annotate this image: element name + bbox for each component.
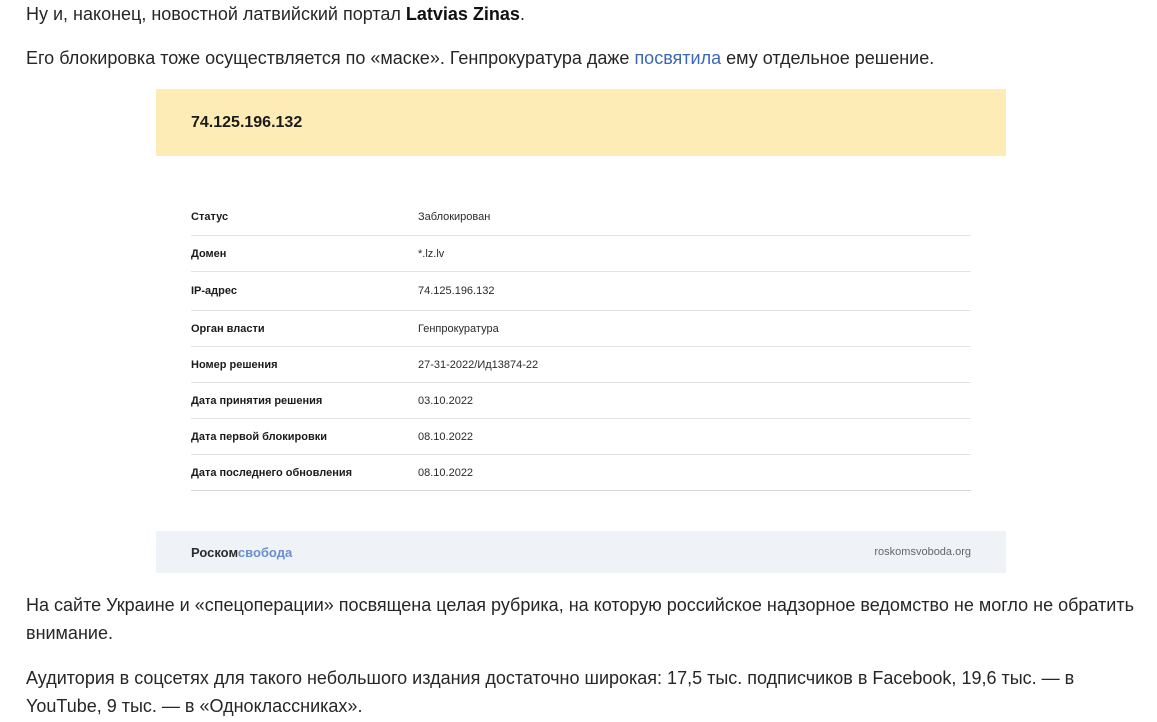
table-row: Дата последнего обновления 08.10.2022 — [191, 454, 971, 491]
table-row: Дата принятия решения 03.10.2022 — [191, 382, 971, 419]
portal-name: Latvias Zinas — [405, 4, 520, 24]
row-key: Орган власти — [191, 310, 418, 347]
brand-logo-part1: Роском — [191, 544, 238, 560]
row-key: Номер решения — [191, 346, 418, 383]
row-key: Дата последнего обновления — [191, 454, 418, 491]
card-header-ip: 74.125.196.132 — [191, 113, 303, 131]
table-row: Орган власти Генпрокуратура — [191, 310, 971, 347]
row-value: 74.125.196.132 — [418, 271, 971, 311]
brand-logo-part2: свобода — [237, 544, 293, 560]
row-value: 08.10.2022 — [418, 454, 971, 491]
table-row: IP-адрес 74.125.196.132 — [191, 271, 971, 311]
paragraph-rubric: На сайте Украине и «спецоперации» посвящ… — [26, 595, 1134, 643]
row-key: Статус — [191, 199, 418, 236]
paragraph-intro-text: Ну и, наконец, новостной латвийский порт… — [26, 4, 406, 24]
paragraph-blocking-text: Его блокировка тоже осуществляется по «м… — [26, 48, 635, 68]
row-value: Генпрокуратура — [418, 310, 971, 347]
row-value: 03.10.2022 — [418, 382, 971, 419]
paragraph-intro-end: . — [519, 4, 525, 24]
paragraph-intro: Ну и, наконец, новостной латвийский порт… — [26, 0, 525, 28]
card-header: 74.125.196.132 — [156, 89, 1006, 156]
row-key: Дата принятия решения — [191, 382, 418, 419]
row-value: 08.10.2022 — [418, 418, 971, 455]
row-value: *.lz.lv — [418, 235, 971, 272]
decision-link[interactable]: посвятила — [634, 48, 721, 68]
row-key: Домен — [191, 235, 418, 272]
brand-logo[interactable]: Роскомсвобода — [191, 545, 292, 560]
paragraph-blocking-end: ему отдельное решение. — [721, 48, 935, 68]
footer-url-link[interactable]: roskomsvoboda.org — [874, 546, 971, 558]
paragraph-blocking: Его блокировка тоже осуществляется по «м… — [26, 44, 934, 72]
table-row: Номер решения 27-31-2022/Ид13874-22 — [191, 346, 971, 383]
row-key: IP-адрес — [191, 271, 418, 311]
registry-card: 74.125.196.132 Статус Заблокирован Домен *.… — [156, 89, 1006, 573]
table-row: Дата первой блокировки 08.10.2022 — [191, 418, 971, 455]
table-row: Домен *.lz.lv — [191, 235, 971, 272]
row-value: 27-31-2022/Ид13874-22 — [418, 346, 971, 383]
row-value: Заблокирован — [418, 199, 971, 236]
table-row: Статус Заблокирован — [191, 199, 971, 236]
paragraph-audience: Аудитория в соцсетях для такого небольшо… — [26, 668, 1075, 716]
row-key: Дата первой блокировки — [191, 418, 418, 455]
card-footer: Роскомсвобода roskomsvoboda.org — [156, 531, 1006, 573]
registry-table: Статус Заблокирован Домен *.lz.lv IP-адрес 74… — [191, 199, 971, 491]
